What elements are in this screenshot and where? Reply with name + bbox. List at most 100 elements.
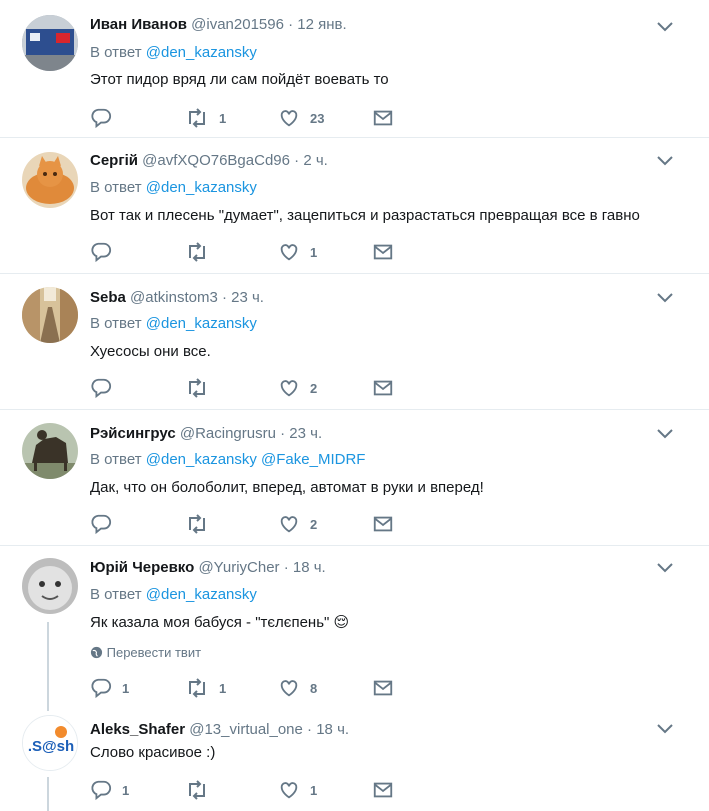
retweet-count: 1 [219, 110, 227, 126]
tweet-time[interactable]: 18 ч. [293, 559, 326, 576]
author-name[interactable]: Aleks_Shafer [90, 721, 185, 738]
separator-dot: · [288, 16, 294, 33]
tweet[interactable]: Юрій Черевко @YuriyCher · 18 ч. В ответ … [0, 546, 709, 711]
reply-icon [91, 780, 112, 801]
tweet-text: Дак, что он болоболит, вперед, автомат в… [90, 479, 484, 496]
tweet[interactable]: Рэйсингрус @Racingrusru · 23 ч. В ответ … [0, 410, 709, 546]
reply-icon [91, 242, 112, 263]
heart-icon [280, 110, 298, 127]
mention-link[interactable]: @den_kazansky [146, 451, 257, 468]
author-name[interactable]: Иван Иванов [90, 16, 187, 33]
author-name[interactable]: Юрій Черевко [90, 559, 194, 576]
author-handle[interactable]: @ivan201596 [191, 16, 284, 33]
retweet-button[interactable] [185, 778, 209, 802]
envelope-icon [373, 516, 393, 532]
author-handle[interactable]: @atkinstom3 [130, 289, 218, 306]
envelope-icon [373, 110, 393, 126]
mention-link[interactable]: @Fake_MIDRF [261, 451, 365, 468]
author-handle[interactable]: @Racingrusru [180, 425, 276, 442]
mention-link[interactable]: @den_kazansky [146, 44, 257, 61]
tweet-time[interactable]: 18 ч. [316, 721, 349, 738]
retweet-button[interactable]: 1 [185, 106, 226, 130]
retweet-button[interactable] [185, 512, 209, 536]
separator-dot: · [307, 721, 313, 738]
tweet-time[interactable]: 23 ч. [289, 425, 322, 442]
thread-line [47, 622, 49, 711]
reply-button[interactable] [90, 376, 112, 400]
reply-count: 1 [122, 782, 130, 798]
like-button[interactable]: 1 [278, 778, 317, 802]
author-name[interactable]: Сергій [90, 152, 138, 169]
author-handle[interactable]: @avfXQO76BgaCd96 [142, 152, 290, 169]
author-handle[interactable]: @13_virtual_one [189, 721, 303, 738]
reply-prefix: В ответ [90, 315, 142, 332]
message-button[interactable] [372, 376, 394, 400]
message-button[interactable] [372, 778, 394, 802]
reply-button[interactable] [90, 106, 112, 130]
avatar-logo-text: .S@sh [28, 738, 74, 755]
tweet-text: Слово красивое :) [90, 744, 216, 761]
chevron-down-icon[interactable] [655, 427, 675, 441]
retweet-button[interactable] [185, 240, 209, 264]
author-handle[interactable]: @YuriyCher [198, 559, 279, 576]
author-name[interactable]: Рэйсингрус [90, 425, 176, 442]
envelope-icon [373, 782, 393, 798]
retweet-icon [189, 378, 205, 398]
chevron-down-icon[interactable] [655, 20, 675, 34]
reply-prefix: В ответ [90, 586, 142, 603]
tweet[interactable]: Иван Иванов @ivan201596 · 12 янв. В отве… [0, 0, 709, 138]
like-count: 1 [310, 244, 318, 260]
heart-icon [280, 516, 298, 533]
globe-icon [90, 646, 103, 659]
avatar[interactable] [22, 287, 78, 343]
mention-link[interactable]: @den_kazansky [146, 586, 257, 603]
chevron-down-icon[interactable] [655, 561, 675, 575]
separator-dot: · [280, 425, 286, 442]
retweet-icon [189, 780, 205, 800]
tweet[interactable]: Seba @atkinstom3 · 23 ч. В ответ @den_ka… [0, 274, 709, 410]
heart-icon [280, 380, 298, 397]
mention-link[interactable]: @den_kazansky [146, 315, 257, 332]
reply-icon [91, 378, 112, 399]
author-name[interactable]: Seba [90, 289, 126, 306]
avatar[interactable] [22, 152, 78, 208]
avatar[interactable] [22, 558, 78, 614]
like-button[interactable]: 8 [278, 676, 317, 700]
avatar[interactable]: .S@sh [22, 715, 78, 771]
like-button[interactable]: 1 [278, 240, 317, 264]
reply-button[interactable] [90, 512, 112, 536]
reply-icon [91, 678, 112, 699]
heart-icon [280, 244, 298, 261]
avatar[interactable] [22, 423, 78, 479]
tweet[interactable]: Сергій @avfXQO76BgaCd96 · 2 ч. В ответ @… [0, 138, 709, 274]
reply-button[interactable] [90, 240, 112, 264]
tweet-time[interactable]: 12 янв. [297, 16, 346, 33]
retweet-button[interactable]: 1 [185, 676, 226, 700]
like-button[interactable]: 23 [278, 106, 324, 130]
tweet-time[interactable]: 2 ч. [303, 152, 328, 169]
retweet-button[interactable] [185, 376, 209, 400]
reply-button[interactable]: 1 [90, 676, 129, 700]
message-button[interactable] [372, 240, 394, 264]
thread-line [47, 777, 49, 811]
tweet-time[interactable]: 23 ч. [231, 289, 264, 306]
chevron-down-icon[interactable] [655, 722, 675, 736]
retweet-icon [189, 514, 205, 534]
reply-button[interactable]: 1 [90, 778, 129, 802]
message-button[interactable] [372, 106, 394, 130]
mention-link[interactable]: @den_kazansky [146, 179, 257, 196]
reply-prefix: В ответ [90, 179, 142, 196]
like-button[interactable]: 2 [278, 376, 317, 400]
avatar[interactable] [22, 15, 78, 71]
chevron-down-icon[interactable] [655, 154, 675, 168]
tweet[interactable]: .S@sh Aleks_Shafer @13_virtual_one · 18 … [0, 711, 709, 811]
message-button[interactable] [372, 512, 394, 536]
translate-link[interactable]: Перевести твит [90, 645, 201, 660]
reply-prefix: В ответ [90, 44, 142, 61]
message-button[interactable] [372, 676, 394, 700]
chevron-down-icon[interactable] [655, 291, 675, 305]
envelope-icon [373, 244, 393, 260]
tweet-text: Хуесосы они все. [90, 343, 211, 360]
retweet-icon [189, 108, 205, 128]
like-button[interactable]: 2 [278, 512, 317, 536]
